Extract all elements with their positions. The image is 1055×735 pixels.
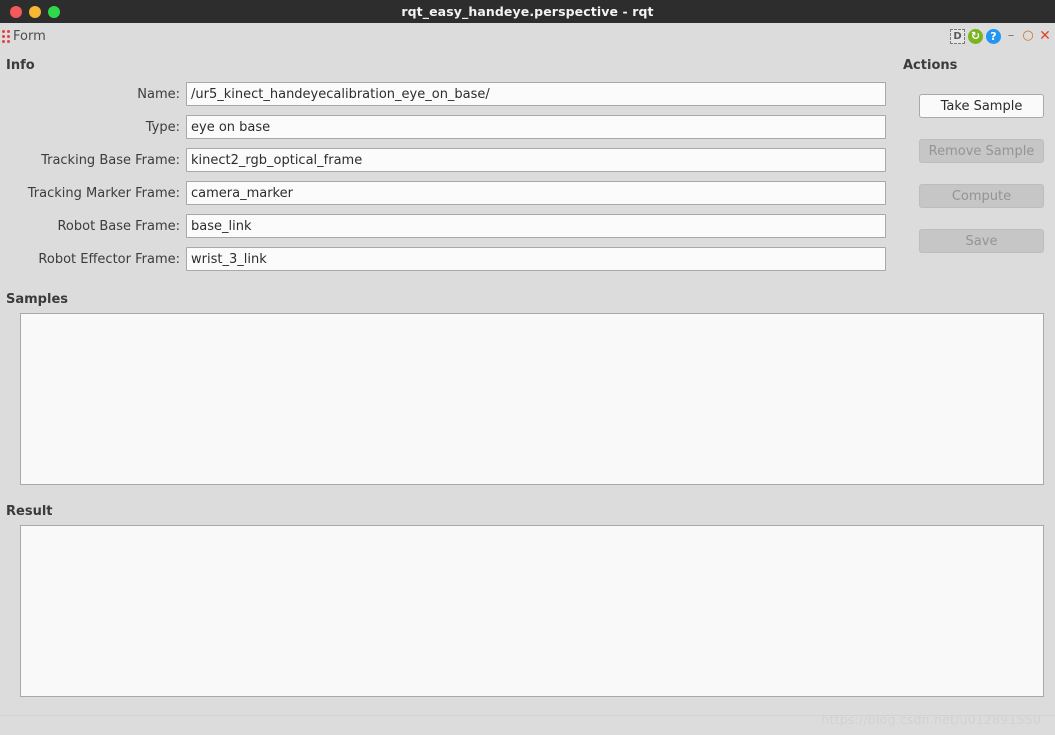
tracking-marker-frame-label: Tracking Marker Frame:	[27, 185, 180, 201]
remove-sample-button[interactable]: Remove Sample	[919, 139, 1044, 163]
form-row-tracking-base-frame: Tracking Base Frame: kinect2_rgb_optical…	[20, 147, 886, 173]
drag-grip-icon[interactable]	[2, 29, 12, 43]
robot-base-frame-label: Robot Base Frame:	[57, 218, 180, 234]
name-label: Name:	[137, 86, 180, 102]
robot-effector-frame-label: Robot Effector Frame:	[38, 251, 180, 267]
robot-effector-frame-field[interactable]: wrist_3_link	[186, 247, 886, 271]
form-row-tracking-marker-frame: Tracking Marker Frame: camera_marker	[20, 180, 886, 206]
tracking-base-frame-label: Tracking Base Frame:	[41, 152, 180, 168]
name-field[interactable]: /ur5_kinect_handeyecalibration_eye_on_ba…	[186, 82, 886, 106]
watermark-text: https://blog.csdn.net/u012891550	[821, 712, 1041, 727]
window-titlebar: rqt_easy_handeye.perspective - rqt	[0, 0, 1055, 23]
type-field[interactable]: eye on base	[186, 115, 886, 139]
compute-button[interactable]: Compute	[919, 184, 1044, 208]
close-dot-icon[interactable]	[10, 5, 22, 18]
save-button[interactable]: Save	[919, 229, 1044, 253]
minimize-button[interactable]: –	[1004, 29, 1018, 43]
plugin-bar-controls: D ↻ ? – ○ ✕	[950, 28, 1055, 44]
form-row-type: Type: eye on base	[20, 114, 886, 140]
robot-base-frame-field[interactable]: base_link	[186, 214, 886, 238]
tracking-base-frame-field[interactable]: kinect2_rgb_optical_frame	[186, 148, 886, 172]
window-title: rqt_easy_handeye.perspective - rqt	[401, 4, 654, 19]
samples-list-pane[interactable]	[20, 313, 1044, 485]
take-sample-button[interactable]: Take Sample	[919, 94, 1044, 118]
reload-icon[interactable]: ↻	[968, 28, 983, 44]
result-text-pane[interactable]	[20, 525, 1044, 697]
plugin-header-bar: Form D ↻ ? – ○ ✕	[0, 23, 1055, 49]
form-row-name: Name: /ur5_kinect_handeyecalibration_eye…	[20, 81, 886, 107]
maximize-button[interactable]: ○	[1021, 29, 1035, 43]
actions-panel: Take Sample Remove Sample Compute Save	[919, 94, 1044, 274]
reload-glyph: ↻	[970, 29, 981, 42]
info-form: Name: /ur5_kinect_handeyecalibration_eye…	[20, 81, 886, 279]
info-section-heading: Info	[6, 58, 35, 73]
minimize-dot-icon[interactable]	[29, 5, 41, 18]
help-icon[interactable]: ?	[986, 28, 1001, 44]
tracking-marker-frame-field[interactable]: camera_marker	[186, 181, 886, 205]
dock-icon[interactable]: D	[950, 28, 965, 44]
form-row-robot-effector-frame: Robot Effector Frame: wrist_3_link	[20, 246, 886, 272]
plugin-title-label: Form	[13, 28, 46, 44]
close-button[interactable]: ✕	[1038, 29, 1052, 43]
samples-section-heading: Samples	[6, 292, 68, 307]
window-traffic-lights	[10, 5, 60, 18]
result-section-heading: Result	[6, 504, 53, 519]
type-label: Type:	[145, 119, 180, 135]
actions-section-heading: Actions	[903, 58, 958, 73]
form-row-robot-base-frame: Robot Base Frame: base_link	[20, 213, 886, 239]
maximize-dot-icon[interactable]	[48, 5, 60, 18]
